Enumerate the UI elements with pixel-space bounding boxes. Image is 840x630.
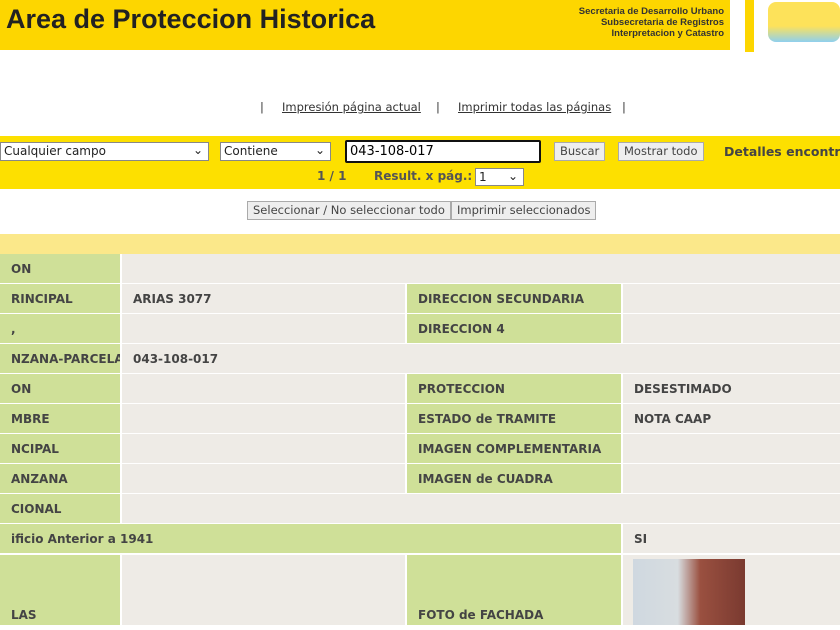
field-label: LAS — [0, 555, 120, 625]
separator: | — [260, 100, 264, 114]
field-value — [122, 374, 405, 403]
field-label: DIRECCION 4 — [407, 314, 621, 343]
field-select-value: Cualquier campo — [4, 144, 106, 158]
page-title: Area de Proteccion Historica — [6, 4, 376, 34]
separator: | — [436, 100, 440, 114]
field-label: ON — [0, 254, 120, 283]
mostrar-todo-button[interactable]: Mostrar todo — [618, 142, 704, 161]
field-value: DESESTIMADO — [623, 374, 840, 403]
print-selected-button[interactable]: Imprimir seleccionados — [451, 201, 597, 220]
field-value: SI — [623, 524, 840, 553]
print-current-link[interactable]: Impresión página actual — [282, 100, 421, 114]
field-label: NZANA-PARCELA — [0, 344, 120, 373]
table-header-strip — [0, 234, 840, 254]
field-select[interactable]: Cualquier campo ⌄ — [0, 142, 209, 161]
operator-select[interactable]: Contiene ⌄ — [220, 142, 331, 161]
field-value — [623, 434, 840, 463]
separator: | — [622, 100, 626, 114]
field-value — [623, 284, 840, 313]
header-banner: Area de Proteccion Historica Secretaria … — [0, 0, 730, 50]
field-label: , — [0, 314, 120, 343]
search-bar: Cualquier campo ⌄ Contiene ⌄ 043-108-017 B… — [0, 136, 840, 189]
field-value: 043-108-017 — [122, 344, 840, 373]
operator-select-value: Contiene — [224, 144, 278, 158]
chevron-down-icon: ⌄ — [314, 143, 325, 157]
field-label: CIONAL — [0, 494, 120, 523]
field-label: NCIPAL — [0, 434, 120, 463]
field-label: MBRE — [0, 404, 120, 433]
field-label: ificio Anterior a 1941 — [0, 524, 621, 553]
field-label: ON — [0, 374, 120, 403]
field-value — [623, 464, 840, 493]
field-label: ANZANA — [0, 464, 120, 493]
field-value — [122, 404, 405, 433]
field-value — [623, 314, 840, 343]
ba-logo — [768, 2, 840, 42]
field-label: IMAGEN de CUADRA — [407, 464, 621, 493]
field-value — [122, 434, 405, 463]
field-label: IMAGEN COMPLEMENTARIA — [407, 434, 621, 463]
per-page-value: 1 — [479, 170, 487, 184]
field-label: RINCIPAL — [0, 284, 120, 313]
secretaria-line: Secretaria de Desarrollo Urbano — [578, 6, 724, 17]
facade-photo[interactable] — [633, 559, 745, 625]
field-label: PROTECCION — [407, 374, 621, 403]
secretaria-line: Interpretacion y Catastro — [611, 28, 724, 39]
chevron-down-icon: ⌄ — [192, 143, 203, 157]
field-value — [122, 314, 405, 343]
select-all-button[interactable]: Seleccionar / No seleccionar todo — [247, 201, 451, 220]
per-page-select[interactable]: 1 ⌄ — [475, 168, 524, 186]
field-label: DIRECCION SECUNDARIA — [407, 284, 621, 313]
header-divider — [745, 0, 754, 52]
detalles-label: Detalles encontra — [724, 144, 840, 159]
search-input[interactable]: 043-108-017 — [345, 140, 541, 163]
field-value: NOTA CAAP — [623, 404, 840, 433]
field-value — [122, 555, 405, 625]
field-value — [122, 254, 840, 283]
page-indicator: 1 / 1 — [317, 169, 347, 183]
chevron-down-icon: ⌄ — [507, 169, 518, 183]
field-value — [122, 494, 840, 523]
per-page-label: Result. x pág.: — [374, 169, 473, 183]
field-value — [122, 464, 405, 493]
print-all-link[interactable]: Imprimir todas las páginas — [458, 100, 611, 114]
field-label: FOTO de FACHADA — [407, 555, 621, 625]
buscar-button[interactable]: Buscar — [554, 142, 606, 161]
field-value: ARIAS 3077 — [122, 284, 405, 313]
secretaria-text: Secretaria de Desarrollo Urbano Subsecre… — [579, 6, 724, 39]
field-label: ESTADO de TRAMITE — [407, 404, 621, 433]
secretaria-line: Subsecretaria de Registros — [600, 17, 724, 28]
